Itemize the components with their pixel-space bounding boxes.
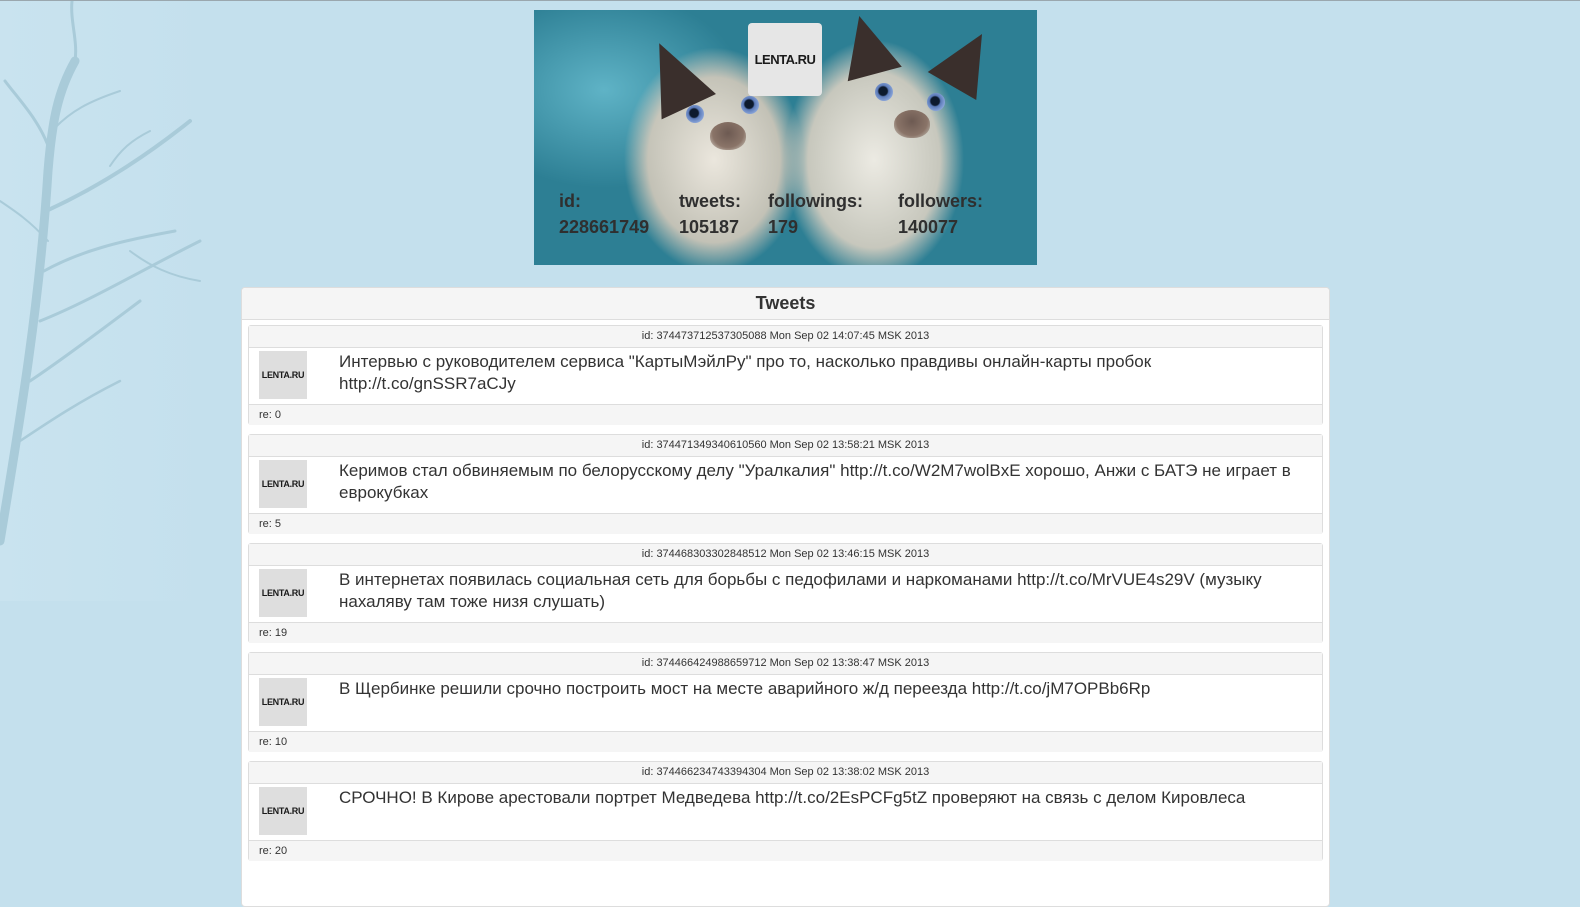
stat-id: id: 228661749 bbox=[559, 188, 649, 240]
tweet-replies: re: 5 bbox=[249, 514, 1322, 534]
tweet-body: LENTA.RU В интернетах появилась социальн… bbox=[249, 566, 1322, 623]
stat-followings-value: 179 bbox=[768, 217, 799, 237]
stat-id-label: id: bbox=[559, 191, 581, 211]
tweet-body: LENTA.RU Интервью с руководителем сервис… bbox=[249, 348, 1322, 405]
tweets-panel: Tweets id: 374473712537305088 Mon Sep 02… bbox=[241, 287, 1330, 907]
avatar-logo-text: LENTA.RU bbox=[261, 479, 305, 489]
tweet-meta: id: 374473712537305088 Mon Sep 02 14:07:… bbox=[249, 326, 1322, 348]
avatar[interactable]: LENTA.RU bbox=[259, 678, 307, 726]
profile-logo[interactable]: LENTA.RU bbox=[748, 23, 822, 96]
tweet-body: LENTA.RU Керимов стал обвиняемым по бело… bbox=[249, 457, 1322, 514]
tweet-replies: re: 0 bbox=[249, 405, 1322, 425]
stat-tweets-label: tweets: bbox=[679, 191, 742, 211]
avatar[interactable]: LENTA.RU bbox=[259, 787, 307, 835]
stat-followers-label: followers: bbox=[898, 191, 984, 211]
avatar-logo-text: LENTA.RU bbox=[261, 588, 305, 598]
tweet-item: id: 374468303302848512 Mon Sep 02 13:46:… bbox=[248, 543, 1323, 643]
tweet-text: В Щербинке решили срочно построить мост … bbox=[339, 679, 1151, 698]
tweet-meta: id: 374468303302848512 Mon Sep 02 13:46:… bbox=[249, 544, 1322, 566]
tweet-meta: id: 374466424988659712 Mon Sep 02 13:38:… bbox=[249, 653, 1322, 675]
stat-followings: followings: 179 bbox=[768, 188, 863, 240]
stat-id-value: 228661749 bbox=[559, 217, 650, 237]
tweet-replies: re: 10 bbox=[249, 732, 1322, 752]
profile-logo-text: LENTA.RU bbox=[754, 52, 816, 67]
tweet-body: LENTA.RU СРОЧНО! В Кирове арестовали пор… bbox=[249, 784, 1322, 841]
avatar[interactable]: LENTA.RU bbox=[259, 351, 307, 399]
tweet-item: id: 374473712537305088 Mon Sep 02 14:07:… bbox=[248, 325, 1323, 425]
tweet-text: В интернетах появилась социальная сеть д… bbox=[339, 570, 1262, 611]
tweet-text: Интервью с руководителем сервиса "КартыМ… bbox=[339, 352, 1152, 393]
panel-title: Tweets bbox=[242, 288, 1329, 320]
tweet-body: LENTA.RU В Щербинке решили срочно постро… bbox=[249, 675, 1322, 732]
tweet-replies: re: 20 bbox=[249, 841, 1322, 861]
avatar[interactable]: LENTA.RU bbox=[259, 569, 307, 617]
tweet-replies: re: 19 bbox=[249, 623, 1322, 643]
background-tree-decoration bbox=[0, 1, 214, 601]
tweet-text: Керимов стал обвиняемым по белорусскому … bbox=[339, 461, 1291, 502]
tweet-item: id: 374466234743394304 Mon Sep 02 13:38:… bbox=[248, 761, 1323, 861]
tweet-text: СРОЧНО! В Кирове арестовали портрет Медв… bbox=[339, 788, 1246, 807]
profile-banner: LENTA.RU id: 228661749 tweets: 105187 fo… bbox=[534, 10, 1037, 265]
stat-followers-value: 140077 bbox=[898, 217, 959, 237]
tweet-meta: id: 374466234743394304 Mon Sep 02 13:38:… bbox=[249, 762, 1322, 784]
avatar-logo-text: LENTA.RU bbox=[261, 370, 305, 380]
stat-tweets: tweets: 105187 bbox=[679, 188, 741, 240]
stat-followers: followers: 140077 bbox=[898, 188, 983, 240]
tweet-item: id: 374466424988659712 Mon Sep 02 13:38:… bbox=[248, 652, 1323, 752]
tweet-list: id: 374473712537305088 Mon Sep 02 14:07:… bbox=[248, 325, 1323, 870]
tweet-meta: id: 374471349340610560 Mon Sep 02 13:58:… bbox=[249, 435, 1322, 457]
stat-followings-label: followings: bbox=[768, 191, 863, 211]
avatar-logo-text: LENTA.RU bbox=[261, 697, 305, 707]
avatar-logo-text: LENTA.RU bbox=[261, 806, 305, 816]
stat-tweets-value: 105187 bbox=[679, 217, 740, 237]
avatar[interactable]: LENTA.RU bbox=[259, 460, 307, 508]
tweet-item: id: 374471349340610560 Mon Sep 02 13:58:… bbox=[248, 434, 1323, 534]
